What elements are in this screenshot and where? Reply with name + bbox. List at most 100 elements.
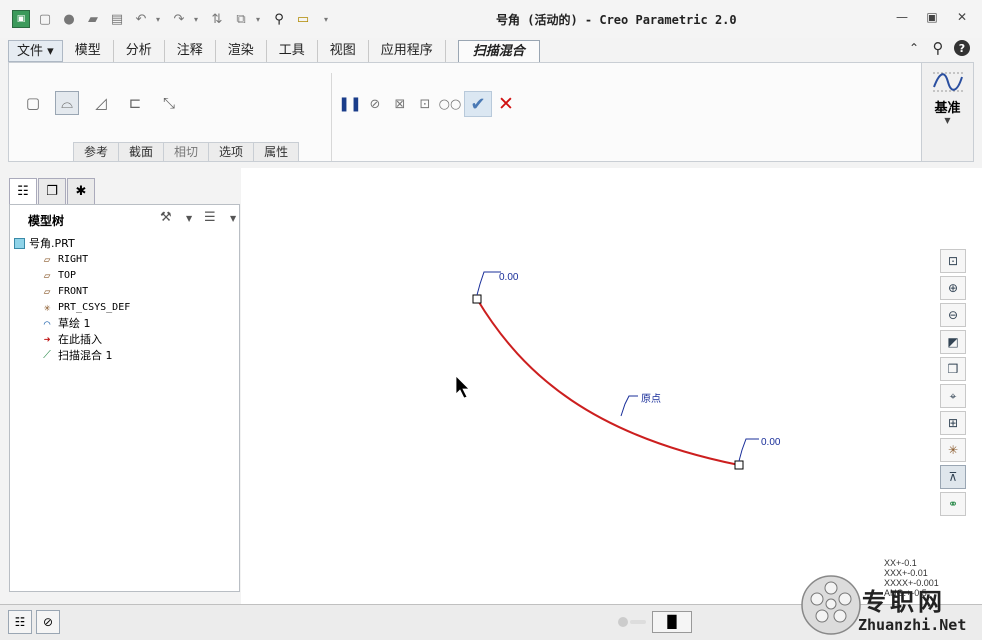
remove-material-icon[interactable]: ◿	[89, 91, 113, 115]
saved-orientations-icon[interactable]: ⌖	[940, 384, 966, 408]
trajectory-curve[interactable]	[476, 298, 740, 466]
datum-plane-icon: ▱	[43, 284, 51, 298]
customize-toolbar-icon[interactable]: ▾	[324, 15, 332, 24]
tree-item-front[interactable]: ▱ FRONT	[14, 283, 130, 299]
app-logo-icon[interactable]: ▣	[12, 10, 30, 28]
datum-plane-icon: ▱	[43, 252, 51, 266]
insert-arrow-icon: ➜	[43, 332, 51, 346]
accept-checkmark-icon[interactable]: ✔	[464, 91, 492, 117]
app-window: ▣ ▢ ● ▰ ▤ ↶ ▾ ↷ ▾ ⇅ ⧉ ▾ ⚲ ▭ ▾ 号角 (活动的) -…	[0, 0, 982, 640]
refit-icon[interactable]: ⊡	[940, 249, 966, 273]
start-label[interactable]: 0.00	[499, 272, 519, 283]
pause-icon[interactable]: ❚❚	[338, 93, 361, 115]
minimize-icon[interactable]: —	[896, 10, 908, 24]
tree-item-sketch[interactable]: ⌒ 草绘 1	[14, 315, 130, 331]
tab-tools[interactable]: 工具	[267, 40, 318, 62]
tab-sweep-blend[interactable]: 扫描混合	[457, 40, 540, 62]
cancel-x-icon[interactable]: ✕	[495, 93, 517, 115]
watermark: 专职网 Zhuanzhi.Net	[800, 574, 966, 639]
subtab-tangency[interactable]: 相切	[163, 142, 210, 162]
tab-file[interactable]: 文件 ▾	[8, 40, 63, 62]
spin-center-icon[interactable]: ⚭	[940, 492, 966, 516]
preview-geometry-icon[interactable]: ⊠	[389, 93, 411, 115]
window-title: 号角 (活动的) - Creo Parametric 2.0	[496, 13, 737, 27]
graphics-window[interactable]: 0.00 原点 0.00	[241, 168, 982, 604]
verify-mode-icon[interactable]: ⊡	[414, 93, 436, 115]
tab-view[interactable]: 视图	[318, 40, 369, 62]
zoom-in-icon[interactable]: ⊕	[940, 276, 966, 300]
thicken-icon[interactable]: ⊏	[123, 91, 147, 115]
windows-icon[interactable]: ⧉	[232, 10, 250, 28]
model-tree: 号角.PRT ▱ RIGHT ▱ TOP ▱ FRONT ✳ PRT_CSYS_…	[14, 235, 130, 363]
subtab-options[interactable]: 选项	[208, 142, 255, 162]
tree-settings-icon[interactable]: ⚒	[160, 210, 172, 225]
annotation-display-icon[interactable]: ⊼	[940, 465, 966, 489]
datum-display-icon[interactable]: ✳	[940, 438, 966, 462]
open-icon[interactable]: ●	[60, 10, 78, 28]
trim-icon[interactable]: ⤡	[157, 91, 181, 115]
tab-applications[interactable]: 应用程序	[369, 40, 446, 62]
start-point-handle[interactable]	[472, 294, 482, 304]
datum-dropdown[interactable]: 基准 ▼	[921, 63, 973, 161]
restore-icon[interactable]: ▣	[926, 10, 938, 24]
open-folder-icon[interactable]: ▰	[84, 10, 102, 28]
tree-item-sweep-blend[interactable]: ⟋ 扫描混合 1	[14, 347, 130, 363]
favorites-tab-icon[interactable]: ✱	[67, 178, 95, 204]
repaint-icon[interactable]: ◩	[940, 330, 966, 354]
origin-label[interactable]: 原点	[641, 393, 661, 405]
datum-label: 基准	[934, 101, 961, 116]
zoom-out-icon[interactable]: ⊖	[940, 303, 966, 327]
tree-item-csys[interactable]: ✳ PRT_CSYS_DEF	[14, 299, 131, 315]
regenerate-icon[interactable]: ⇅	[208, 10, 226, 28]
origin-label-leader	[620, 395, 638, 417]
datum-curve-icon	[932, 72, 963, 92]
search-icon[interactable]: ⚲	[930, 39, 946, 57]
subtab-properties[interactable]: 属性	[253, 142, 300, 162]
find-icon[interactable]: ▐▌	[652, 611, 692, 633]
help-icon[interactable]: ?	[954, 40, 970, 56]
ribbon-tabs: 文件 ▾ 模型 分析 注释 渲染 工具 视图 应用程序 扫描混合	[8, 40, 540, 62]
tree-item-insert-here[interactable]: ➜ 在此插入	[14, 331, 130, 347]
no-preview-icon[interactable]: ⊘	[364, 93, 386, 115]
save-icon[interactable]: ▤	[108, 10, 126, 28]
tab-analysis[interactable]: 分析	[114, 40, 165, 62]
tree-item-right[interactable]: ▱ RIGHT	[14, 251, 130, 267]
toggle-browser-icon[interactable]: ⊘	[36, 610, 60, 634]
tree-item-part[interactable]: 号角.PRT	[14, 235, 130, 251]
end-point-handle[interactable]	[734, 460, 744, 470]
collapse-ribbon-icon[interactable]: ⌃	[906, 40, 922, 56]
graphics-canvas[interactable]: 0.00 原点 0.00	[241, 168, 982, 604]
tab-model[interactable]: 模型	[63, 40, 114, 62]
tree-settings-dropdown-icon[interactable]: ▼	[186, 214, 192, 223]
start-label-leader	[476, 271, 501, 296]
title-bar: ▣ ▢ ● ▰ ▤ ↶ ▾ ↷ ▾ ⇅ ⧉ ▾ ⚲ ▭ ▾ 号角 (活动的) -…	[0, 0, 982, 38]
view-manager-icon[interactable]: ⊞	[940, 411, 966, 435]
undo-icon[interactable]: ↶	[132, 10, 150, 28]
navigator-tabs: ☷ ❐ ✱	[9, 178, 96, 204]
end-label[interactable]: 0.00	[761, 437, 781, 448]
tab-render[interactable]: 渲染	[216, 40, 267, 62]
redo-icon[interactable]: ↷	[170, 10, 188, 28]
subtab-sections[interactable]: 截面	[118, 142, 165, 162]
subtab-references[interactable]: 参考	[73, 142, 120, 162]
search-icon[interactable]: ⚲	[270, 10, 288, 28]
new-file-icon[interactable]: ▢	[36, 10, 54, 28]
close-icon[interactable]: ✕	[956, 10, 968, 24]
close-window-icon[interactable]: ▭	[294, 10, 312, 28]
tab-annotate[interactable]: 注释	[165, 40, 216, 62]
display-style-icon[interactable]: ❒	[940, 357, 966, 381]
redo-dropdown-icon[interactable]: ▾	[194, 15, 202, 24]
quick-access-toolbar: ▣ ▢ ● ▰ ▤ ↶ ▾ ↷ ▾ ⇅ ⧉ ▾ ⚲ ▭ ▾	[12, 8, 332, 30]
tree-columns-icon[interactable]: ☰	[204, 210, 216, 225]
model-tree-tab-icon[interactable]: ☷	[9, 178, 37, 204]
surface-icon[interactable]: ⌓	[55, 91, 79, 115]
windows-dropdown-icon[interactable]: ▾	[256, 15, 264, 24]
folder-browser-tab-icon[interactable]: ❐	[38, 178, 66, 204]
glasses-icon[interactable]: ○○	[439, 93, 462, 115]
toggle-navigator-icon[interactable]: ☷	[8, 610, 32, 634]
tree-item-top[interactable]: ▱ TOP	[14, 267, 130, 283]
tree-columns-dropdown-icon[interactable]: ▼	[230, 214, 236, 223]
datum-plane-icon: ▱	[43, 268, 51, 282]
solid-icon[interactable]: ▢	[21, 91, 45, 115]
undo-dropdown-icon[interactable]: ▾	[156, 15, 164, 24]
